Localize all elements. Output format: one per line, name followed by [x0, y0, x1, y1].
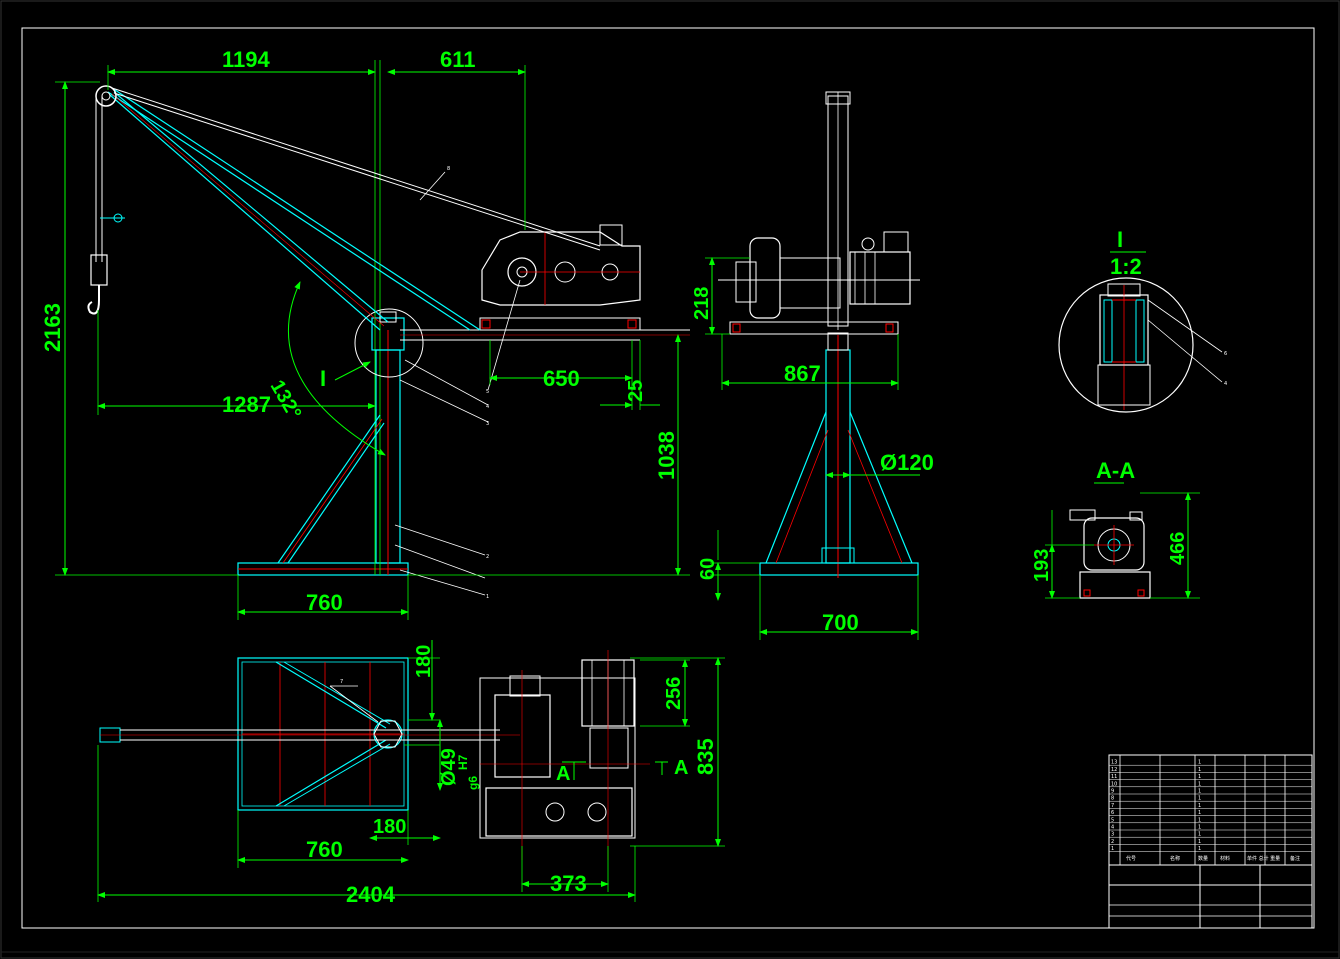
title-block-cell: 1 [1198, 817, 1201, 823]
tb-header-weight: 单件 总计 重量 [1247, 855, 1280, 862]
title-block-cell: 2 [1111, 839, 1114, 845]
title-block-cell: 1 [1111, 846, 1114, 852]
dim-1287: 1287 [222, 392, 271, 417]
title-block-cell: 9 [1111, 789, 1114, 795]
callout-2: 2 [486, 554, 489, 560]
dim-760-top: 760 [306, 837, 343, 862]
dim-193: 193 [1031, 549, 1053, 582]
title-block-cell: 6 [1111, 810, 1114, 816]
section-view: A-A 466 193 [1031, 458, 1200, 599]
front-view: 8 5 4 3 2 1 1194 611 2163 1287 132° I 65… [40, 47, 690, 620]
title-block-cell: 7 [1111, 803, 1114, 809]
title-block-cell: 1 [1198, 803, 1201, 809]
dim-1194: 1194 [222, 47, 270, 72]
section-mark-a-right: A [674, 757, 688, 779]
dim-700: 700 [822, 610, 859, 635]
dim-2163: 2163 [40, 303, 65, 352]
dim-373: 373 [550, 871, 587, 896]
dim-650: 650 [543, 366, 580, 391]
detail-callout-4: 4 [1224, 381, 1227, 387]
dim-466: 466 [1167, 532, 1189, 565]
detail-circle [354, 308, 424, 378]
title-block-cell: 5 [1111, 817, 1114, 823]
callout-1: 1 [486, 594, 489, 600]
tb-header-name: 名称 [1170, 855, 1180, 862]
title-block-cell: 1 [1198, 846, 1201, 852]
detail-mark-I: I [320, 366, 326, 391]
title-block-cell: 1 [1198, 810, 1201, 816]
title-block-cell: 10 [1111, 781, 1117, 787]
tb-header-remark: 备注 [1290, 855, 1300, 862]
title-block: 13 112 111 110 19 18 17 16 15 14 13 12 11 1 代号 名称 数量 … [1108, 754, 1313, 929]
top-callout-7: 7 [340, 679, 343, 685]
detail-view: I 1:2 6 4 [1058, 227, 1227, 413]
title-block-cell: 1 [1198, 767, 1201, 773]
detail-callout-6: 6 [1224, 351, 1227, 357]
title-block-cell: 12 [1111, 767, 1117, 773]
title-block-cell: 1 [1198, 825, 1201, 831]
detail-scale: 1:2 [1110, 254, 1142, 279]
dim-867: 867 [784, 361, 821, 386]
section-title: A-A [1096, 458, 1135, 483]
dim-180-bottom: 180 [373, 816, 406, 838]
dim-25: 25 [625, 380, 647, 402]
dim-760-front: 760 [306, 590, 343, 615]
title-block-cell: 13 [1111, 760, 1117, 766]
title-block-cell: 1 [1198, 774, 1201, 780]
callout-8: 8 [447, 166, 450, 172]
dim-835: 835 [693, 738, 718, 775]
dim-256: 256 [663, 677, 685, 710]
dim-fit-h7: H7 [456, 754, 470, 770]
title-block-cell: 4 [1111, 825, 1114, 831]
winch-body [481, 231, 641, 306]
callout-4: 4 [486, 404, 489, 410]
hook [87, 285, 100, 315]
tb-header-material: 材料 [1220, 855, 1230, 862]
section-mark-a-left: A [556, 763, 570, 785]
callout-3: 3 [486, 421, 489, 427]
dim-fit-g6: g6 [466, 776, 480, 790]
cad-drawing-canvas: 8 5 4 3 2 1 1194 611 2163 1287 132° I 65… [0, 0, 1340, 959]
callout-5: 5 [486, 389, 489, 395]
title-block-cell: 3 [1111, 832, 1114, 838]
dim-60: 60 [697, 558, 719, 580]
tb-header-code: 代号 [1126, 855, 1136, 862]
dim-611: 611 [440, 47, 476, 72]
title-block-cell: 1 [1198, 789, 1201, 795]
tb-header-qty: 数量 [1198, 855, 1208, 862]
winch-platform [479, 317, 641, 331]
dim-dia120: Ø120 [880, 450, 934, 475]
title-block-cell: 1 [1198, 796, 1201, 802]
title-block-cell: 1 [1198, 832, 1201, 838]
detail-title: I [1117, 227, 1123, 252]
dim-2404: 2404 [346, 882, 396, 907]
dim-218: 218 [691, 287, 713, 320]
title-block-cell: 1 [1198, 781, 1201, 787]
title-block-cell: 8 [1111, 796, 1114, 802]
side-view: 218 867 Ø120 60 700 [691, 91, 934, 640]
dim-180-top: 180 [413, 645, 435, 678]
top-view: 7 180 256 835 Ø49 H7 g6 180 760 2404 373 [97, 640, 725, 907]
title-block-cell: 1 [1198, 760, 1201, 766]
title-block-cell: 11 [1111, 774, 1117, 780]
dim-angle: 132° [266, 377, 306, 424]
dim-1038: 1038 [654, 431, 679, 480]
title-block-cell: 1 [1198, 839, 1201, 845]
